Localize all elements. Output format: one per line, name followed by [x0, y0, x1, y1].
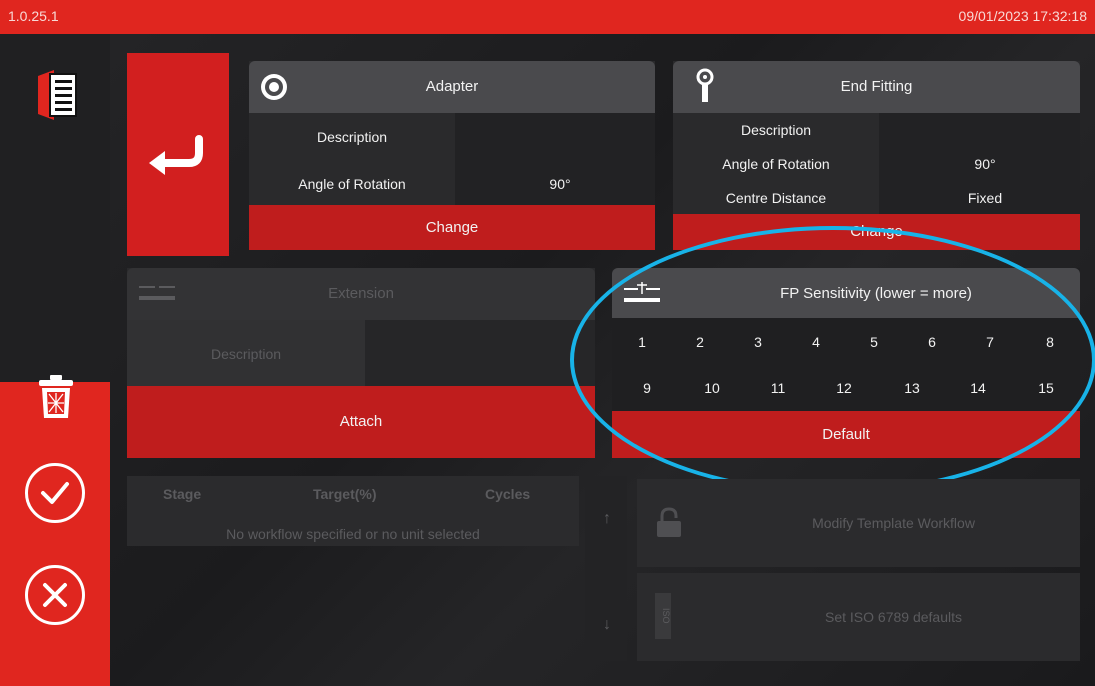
- sensitivity-option[interactable]: 9: [627, 380, 667, 396]
- adapter-description-row: Description: [249, 121, 655, 153]
- iso-defaults-button[interactable]: ISO Set ISO 6789 defaults: [637, 573, 1080, 661]
- workflow-scroll-arrows: ↑ ↓: [585, 476, 627, 661]
- end-fitting-change-button[interactable]: Change: [673, 214, 1080, 250]
- fp-sensitivity-header: FP Sensitivity (lower = more): [612, 268, 1080, 318]
- workflow-header-stage: Stage: [163, 486, 202, 502]
- workflow-header-target: Target(%): [313, 486, 377, 502]
- iso-defaults-label: Set ISO 6789 defaults: [825, 609, 962, 625]
- extension-header: Extension: [127, 268, 595, 320]
- fp-sensitivity-panel: FP Sensitivity (lower = more) 1 2 3 4 5 …: [612, 268, 1080, 458]
- sensitivity-option[interactable]: 7: [970, 334, 1010, 350]
- adapter-rotation-label: Angle of Rotation: [298, 176, 406, 192]
- status-bar: 1.0.25.1 09/01/2023 17:32:18: [0, 0, 1095, 34]
- adapter-rotation-value: 90°: [549, 176, 571, 192]
- extension-title: Extension: [328, 285, 394, 302]
- back-button[interactable]: [127, 53, 229, 256]
- end-fitting-rotation-value: 90°: [974, 156, 996, 172]
- sensitivity-option[interactable]: 11: [758, 380, 798, 396]
- end-fitting-distance-row: Centre Distance Fixed: [673, 182, 1080, 214]
- workflow-empty-message: No workflow specified or no unit selecte…: [226, 526, 480, 542]
- extension-description-label: Description: [210, 346, 282, 362]
- workflow-table: Stage Target(%) Cycles No workflow speci…: [127, 476, 579, 546]
- adapter-description-label: Description: [316, 129, 388, 145]
- sensitivity-option[interactable]: 2: [680, 334, 720, 350]
- end-fitting-description-label: Description: [740, 122, 812, 138]
- end-fitting-header: End Fitting: [673, 61, 1080, 113]
- close-icon: [43, 583, 67, 607]
- modify-workflow-button[interactable]: Modify Template Workflow: [637, 479, 1080, 567]
- cancel-button[interactable]: [25, 565, 85, 625]
- adapter-rotation-row: Angle of Rotation 90°: [249, 168, 655, 200]
- scroll-down-icon[interactable]: ↓: [603, 616, 611, 634]
- workflow-header-cycles: Cycles: [485, 486, 531, 502]
- adapter-header: Adapter: [249, 61, 655, 113]
- version-label: 1.0.25.1: [8, 8, 59, 24]
- sensitivity-option[interactable]: 8: [1030, 334, 1070, 350]
- sensitivity-option[interactable]: 13: [892, 380, 932, 396]
- datetime-label: 09/01/2023 17:32:18: [958, 8, 1087, 24]
- trash-icon[interactable]: [37, 374, 75, 420]
- end-fitting-distance-value: Fixed: [967, 190, 1003, 206]
- extension-description-row: Description: [127, 338, 595, 370]
- end-fitting-panel: End Fitting Description Angle of Rotatio…: [673, 61, 1080, 250]
- end-fitting-title: End Fitting: [840, 78, 913, 95]
- sensitivity-option[interactable]: 4: [796, 334, 836, 350]
- sensitivity-option[interactable]: 10: [692, 380, 732, 396]
- sidebar-action-area: [0, 382, 110, 686]
- check-icon: [41, 482, 69, 504]
- fp-sensitivity-title: FP Sensitivity (lower = more): [780, 285, 972, 302]
- end-fitting-rotation-label: Angle of Rotation: [722, 156, 830, 172]
- lock-icon: [657, 507, 681, 537]
- extension-panel: Extension Description Attach: [127, 268, 595, 458]
- sensitivity-icon: [624, 282, 660, 302]
- adapter-panel: Adapter Description Angle of Rotation 90…: [249, 61, 655, 250]
- adapter-change-button[interactable]: Change: [249, 205, 655, 250]
- sensitivity-default-button[interactable]: Default: [612, 411, 1080, 458]
- end-fitting-distance-label: Centre Distance: [725, 190, 827, 206]
- end-fitting-description-row: Description: [673, 114, 1080, 146]
- extension-attach-button[interactable]: Attach: [127, 386, 595, 458]
- return-arrow-icon: [149, 135, 203, 175]
- sensitivity-option[interactable]: 3: [738, 334, 778, 350]
- sensitivity-option[interactable]: 12: [824, 380, 864, 396]
- sensitivity-option[interactable]: 15: [1026, 380, 1066, 396]
- adapter-title: Adapter: [425, 78, 479, 95]
- document-icon[interactable]: [36, 68, 80, 122]
- sensitivity-option[interactable]: 1: [622, 334, 662, 350]
- modify-workflow-label: Modify Template Workflow: [812, 515, 975, 531]
- end-fitting-rotation-row: Angle of Rotation 90°: [673, 148, 1080, 180]
- sensitivity-option[interactable]: 5: [854, 334, 894, 350]
- iso-icon: ISO: [655, 593, 671, 639]
- sensitivity-option[interactable]: 6: [912, 334, 952, 350]
- confirm-button[interactable]: [25, 463, 85, 523]
- sensitivity-option[interactable]: 14: [958, 380, 998, 396]
- scroll-up-icon[interactable]: ↑: [603, 510, 611, 528]
